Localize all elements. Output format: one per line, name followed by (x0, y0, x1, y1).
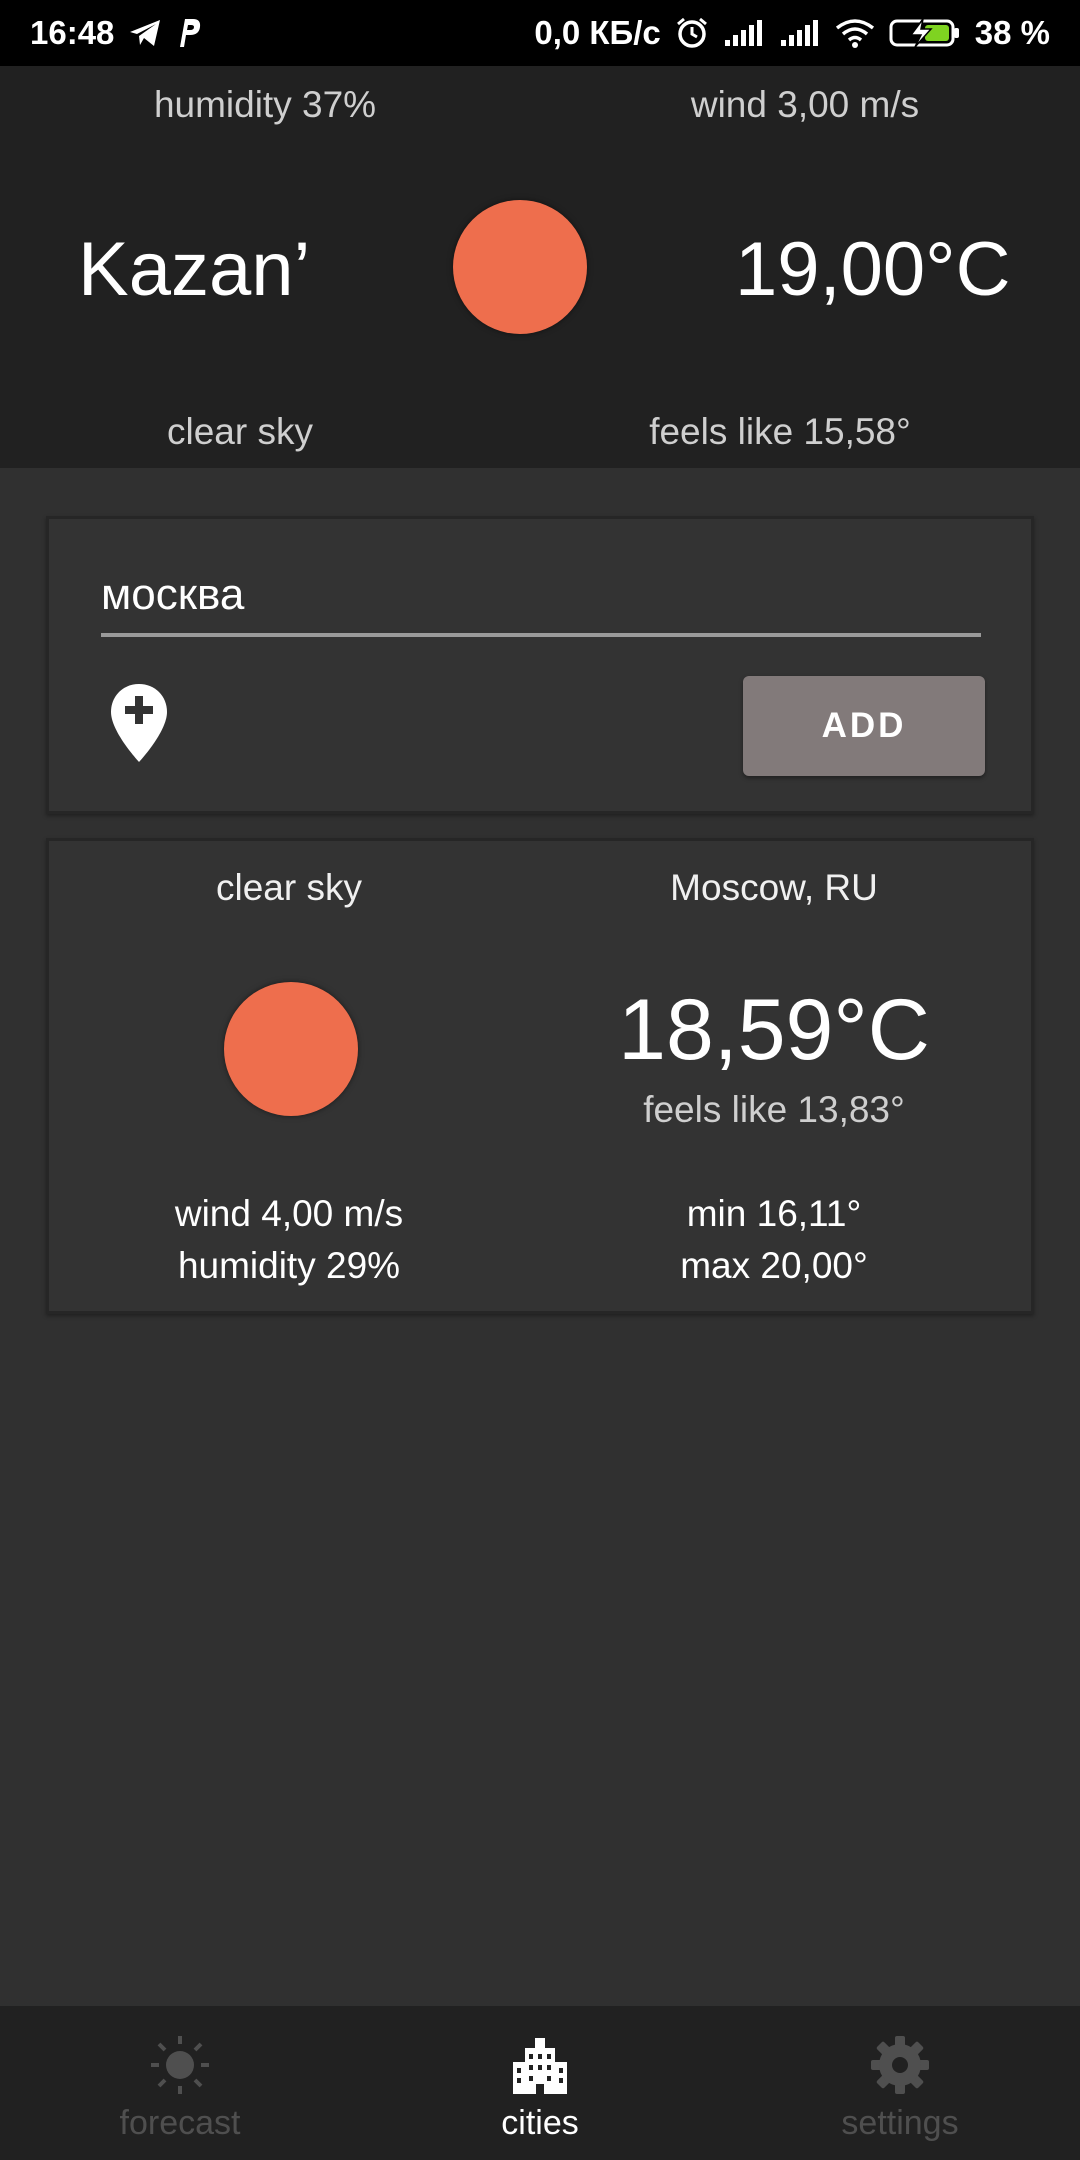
current-description: clear sky (167, 411, 313, 452)
status-bar-right: 0,0 КБ/с 38 % (534, 14, 1050, 52)
add-city-card: ADD (46, 516, 1034, 814)
city-card[interactable]: clear sky Moscow, RU 18,59°C feels like … (46, 838, 1034, 1314)
clock: 16:48 (30, 14, 115, 51)
current-temperature: 19,00°C (735, 227, 1011, 312)
nav-cities[interactable]: cities (390, 2006, 690, 2160)
signal-icon (780, 20, 818, 46)
city-wind: wind 4,00 m/s (174, 1193, 404, 1234)
city-name: Moscow, RU (670, 867, 878, 908)
city-feels-like: feels like 13,83° (643, 1089, 905, 1130)
status-bar: 16:48 0,0 КБ/с 38 % (0, 0, 1080, 66)
telegram-icon (130, 20, 161, 46)
nav-cities-label: cities (501, 2104, 579, 2142)
nav-settings-label: settings (841, 2104, 959, 2142)
city-min-temp: min 16,11° (686, 1193, 862, 1234)
nav-settings[interactable]: settings (750, 2006, 1050, 2160)
status-bar-left: 16:48 (30, 14, 202, 52)
sun-icon (151, 2036, 209, 2094)
city-buildings-icon (513, 2038, 567, 2094)
network-speed: 0,0 КБ/с (534, 14, 661, 51)
current-wind: wind 3,00 m/s (690, 84, 920, 125)
alarm-icon (676, 17, 707, 48)
current-humidity: humidity 37% (153, 84, 377, 125)
battery-percent: 38 % (974, 14, 1050, 51)
city-humidity: humidity 29% (177, 1245, 401, 1286)
add-button[interactable]: ADD (743, 676, 985, 776)
city-temperature: 18,59°C (618, 982, 930, 1078)
city-description: clear sky (216, 867, 362, 908)
city-search-input[interactable] (101, 567, 981, 637)
city-max-temp: max 20,00° (680, 1245, 868, 1286)
current-feels-like: feels like 15,58° (649, 411, 911, 452)
p-icon (180, 19, 201, 47)
battery-charging-icon (889, 18, 959, 48)
bottom-navigation: forecast cities settings (0, 2006, 1080, 2160)
add-location-icon[interactable] (109, 682, 169, 764)
sun-icon (453, 200, 587, 334)
nav-forecast-label: forecast (119, 2104, 241, 2142)
current-city-name: Kazan’ (78, 227, 311, 312)
current-weather-header[interactable]: humidity 37% wind 3,00 m/s Kazan’ 19,00°… (0, 66, 1080, 468)
wifi-icon (835, 19, 874, 48)
nav-forecast[interactable]: forecast (30, 2006, 330, 2160)
signal-icon (724, 20, 762, 46)
gear-icon (871, 2036, 929, 2094)
sun-icon (224, 982, 358, 1116)
